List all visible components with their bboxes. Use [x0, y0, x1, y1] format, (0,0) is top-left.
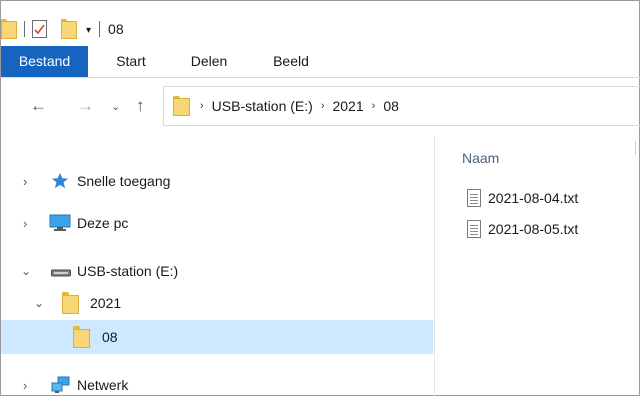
nav-item-label: Deze pc — [77, 215, 129, 231]
window-title: 08 — [108, 21, 124, 37]
star-icon — [51, 172, 69, 189]
customize-toolbar-dropdown-icon[interactable]: ▾ — [86, 25, 91, 36]
navigation-pane: › Snelle toegang › Deze pc ⌄ USB-station… — [1, 136, 433, 397]
network-icon — [51, 376, 70, 393]
new-folder-icon[interactable] — [61, 19, 77, 39]
toolbar-separator — [24, 21, 25, 37]
tab-start[interactable]: Start — [103, 46, 159, 77]
file-item[interactable]: 2021-08-04.txt — [467, 189, 578, 207]
nav-item-deze-pc[interactable]: › Deze pc — [1, 206, 433, 240]
chevron-right-icon[interactable]: › — [372, 100, 376, 112]
pane-divider[interactable] — [434, 136, 435, 397]
column-header-naam[interactable]: Naam — [462, 150, 499, 166]
nav-item-label: 2021 — [90, 295, 122, 311]
breadcrumb-08[interactable]: 08 — [383, 98, 399, 114]
nav-item-2021[interactable]: ⌄ 2021 — [1, 286, 433, 320]
back-arrow-icon[interactable]: ← — [30, 96, 47, 116]
title-bar: ▾ 08 — [1, 1, 640, 46]
breadcrumb-2021[interactable]: 2021 — [332, 98, 363, 114]
chevron-right-icon[interactable]: › — [23, 216, 27, 231]
nav-item-08[interactable]: 08 — [1, 320, 433, 354]
nav-item-label: USB-station (E:) — [77, 263, 179, 279]
chevron-right-icon[interactable]: › — [23, 378, 27, 393]
folder-icon — [62, 292, 79, 314]
chevron-down-icon[interactable]: ⌄ — [21, 264, 31, 278]
nav-item-label: Snelle toegang — [77, 173, 171, 189]
properties-icon[interactable] — [32, 20, 47, 38]
recent-locations-chevron-icon[interactable]: ⌄ — [111, 100, 120, 113]
chevron-right-icon[interactable]: › — [23, 174, 27, 189]
text-file-icon — [467, 189, 481, 207]
nav-item-snelle-toegang[interactable]: › Snelle toegang — [1, 164, 433, 198]
nav-item-label: Netwerk — [77, 377, 129, 393]
folder-icon — [73, 326, 90, 348]
chevron-right-icon[interactable]: › — [200, 100, 204, 112]
file-name: 2021-08-05.txt — [488, 221, 579, 237]
nav-item-usb-station[interactable]: ⌄ USB-station (E:) — [1, 254, 433, 288]
text-file-icon — [467, 220, 481, 238]
folder-icon — [173, 95, 190, 117]
file-item[interactable]: 2021-08-05.txt — [467, 220, 578, 238]
usb-drive-icon — [51, 269, 71, 277]
breadcrumb-usb-station[interactable]: USB-station (E:) — [212, 98, 313, 114]
nav-item-label: 08 — [102, 329, 118, 345]
quick-access-toolbar: ▾ 08 — [1, 15, 124, 43]
up-arrow-icon[interactable]: ↑ — [136, 96, 145, 116]
file-name: 2021-08-04.txt — [488, 190, 579, 206]
chevron-right-icon[interactable]: › — [321, 100, 325, 112]
tab-delen[interactable]: Delen — [178, 46, 240, 77]
address-bar[interactable]: › USB-station (E:) › 2021 › 08 — [163, 86, 640, 126]
chevron-down-icon[interactable]: ⌄ — [34, 296, 44, 310]
ribbon-tabs: Bestand Start Delen Beeld — [1, 46, 640, 78]
nav-item-netwerk[interactable]: › Netwerk — [1, 368, 433, 402]
explorer-window: ▾ 08 Bestand Start Delen Beeld ← → ⌄ ↑ ›… — [0, 0, 640, 397]
monitor-icon — [49, 214, 71, 231]
toolbar-separator — [99, 21, 101, 37]
tab-bestand[interactable]: Bestand — [1, 46, 88, 77]
navigation-bar: ← → ⌄ ↑ › USB-station (E:) › 2021 › 08 — [1, 78, 640, 136]
tab-beeld[interactable]: Beeld — [261, 46, 321, 77]
column-resize-handle[interactable] — [635, 141, 636, 155]
folder-icon[interactable] — [1, 19, 17, 39]
forward-arrow-icon[interactable]: → — [77, 96, 94, 116]
